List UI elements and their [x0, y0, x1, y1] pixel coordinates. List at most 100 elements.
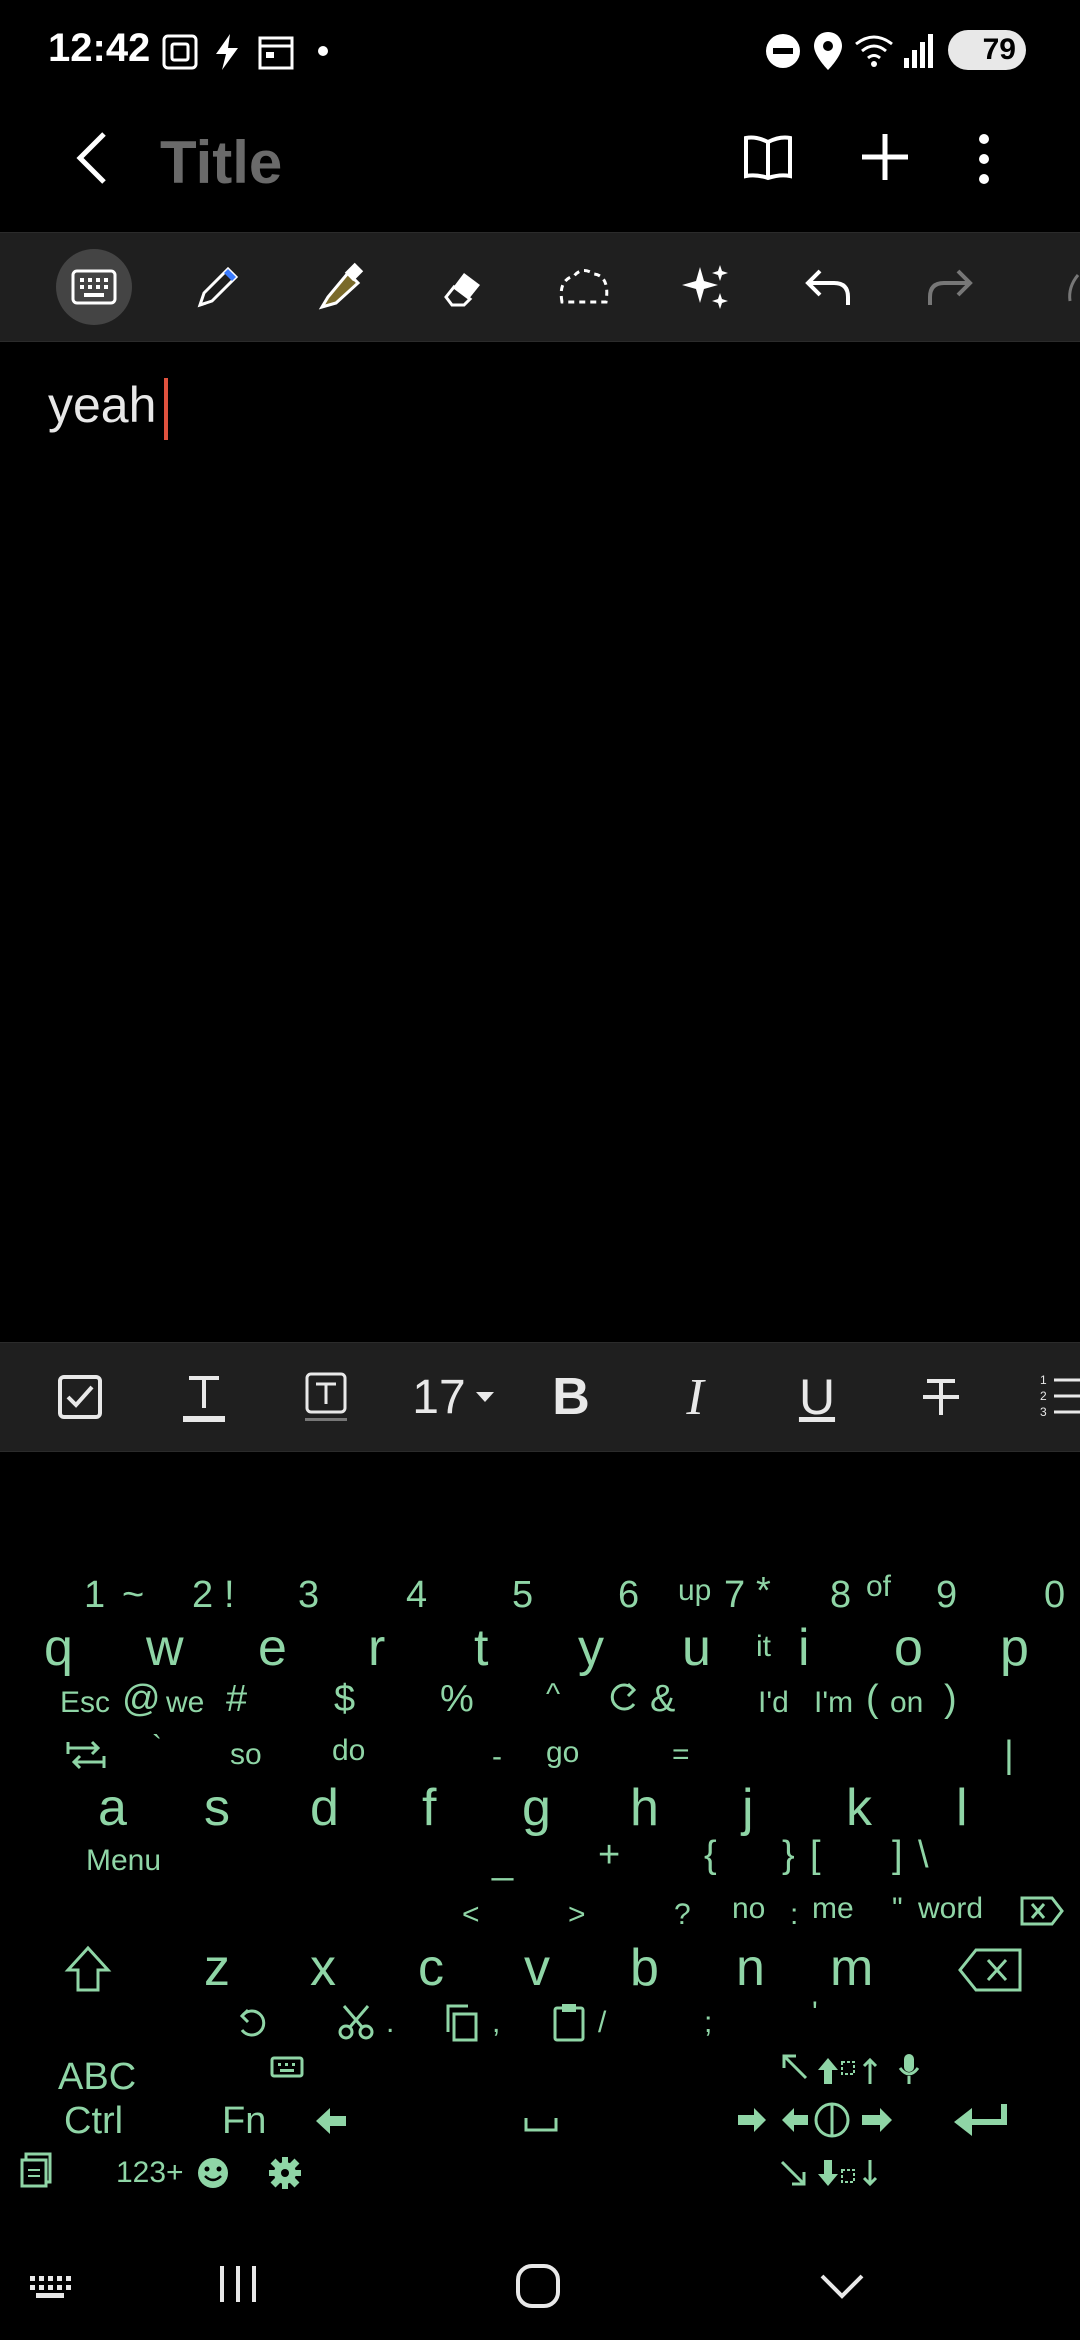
back-nav-icon[interactable]	[818, 2270, 866, 2302]
key-fn[interactable]: Fn	[222, 2102, 266, 2140]
key-hint: on	[890, 1686, 924, 1719]
recent-apps-icon[interactable]	[216, 2262, 260, 2306]
key-hint: 8	[830, 1574, 852, 1616]
settings-gear-icon[interactable]	[268, 2156, 302, 2190]
key-t[interactable]: t	[474, 1622, 488, 1674]
key-q[interactable]: q	[44, 1622, 73, 1674]
pen-icon	[197, 266, 239, 308]
undo-button[interactable]	[790, 249, 866, 325]
strikethrough-button[interactable]	[906, 1343, 976, 1451]
keyboard-hide-icon[interactable]	[28, 2274, 72, 2300]
font-size-dropdown[interactable]: 17	[404, 1343, 504, 1451]
redo-button[interactable]	[912, 249, 988, 325]
key-k[interactable]: k	[846, 1782, 872, 1834]
highlighter-tool-button[interactable]	[302, 249, 378, 325]
svg-text:1: 1	[1040, 1373, 1047, 1387]
font-size-value: 17	[412, 1370, 466, 1424]
note-body-text[interactable]: yeah	[48, 376, 156, 434]
enter-icon[interactable]	[952, 2102, 1010, 2138]
key-hint: |	[1004, 1734, 1014, 1776]
key-z[interactable]: z	[204, 1942, 230, 1994]
key-ctrl[interactable]: Ctrl	[64, 2102, 123, 2140]
key-hint: go	[546, 1736, 580, 1769]
add-icon[interactable]	[858, 130, 912, 184]
key-m[interactable]: m	[830, 1942, 873, 1994]
key-s[interactable]: s	[204, 1782, 230, 1834]
shift-icon[interactable]	[64, 1944, 112, 1996]
delete-forward-icon	[1020, 1896, 1064, 1926]
clipboard-icon[interactable]	[20, 2152, 54, 2188]
key-p[interactable]: p	[1000, 1622, 1029, 1674]
key-v[interactable]: v	[524, 1942, 550, 1994]
more-options-icon[interactable]	[976, 132, 992, 186]
key-d[interactable]: d	[310, 1782, 339, 1834]
key-b[interactable]: b	[630, 1942, 659, 1994]
key-hint: !	[224, 1574, 235, 1616]
chevron-down-icon	[475, 1392, 494, 1402]
bold-button[interactable]: B	[536, 1343, 606, 1451]
key-o[interactable]: o	[894, 1622, 923, 1674]
pen-tool-button[interactable]	[180, 249, 256, 325]
key-hint: (	[866, 1678, 879, 1720]
key-g[interactable]: g	[522, 1782, 551, 1834]
key-a[interactable]: a	[98, 1782, 127, 1834]
key-j[interactable]: j	[742, 1782, 754, 1834]
text-background-button[interactable]	[290, 1343, 362, 1451]
key-f[interactable]: f	[422, 1782, 436, 1834]
undo-icon	[805, 269, 850, 305]
eraser-tool-button[interactable]	[424, 249, 500, 325]
keyboard-mode-button[interactable]	[56, 249, 132, 325]
text-color-icon	[183, 1376, 225, 1422]
lasso-tool-button[interactable]	[546, 249, 622, 325]
key-hint: I'd	[758, 1686, 789, 1719]
key-n[interactable]: n	[736, 1942, 765, 1994]
italic-button[interactable]: I	[660, 1343, 730, 1451]
key-hint: 9	[936, 1574, 958, 1616]
calendar-icon	[258, 36, 294, 70]
key-hint: 5	[512, 1574, 534, 1616]
emoji-icon[interactable]	[196, 2156, 230, 2190]
key-hint: <	[462, 1898, 480, 1931]
key-x[interactable]: x	[310, 1942, 336, 1994]
key-r[interactable]: r	[368, 1622, 385, 1674]
keyboard-switch-icon	[270, 2056, 304, 2078]
key-h[interactable]: h	[630, 1782, 659, 1834]
key-y[interactable]: y	[578, 1622, 604, 1674]
key-hint: word	[918, 1892, 984, 1925]
key-e[interactable]: e	[258, 1622, 287, 1674]
key-u[interactable]: u	[682, 1622, 711, 1674]
key-hint: *	[756, 1570, 771, 1612]
key-hint: ~	[122, 1574, 145, 1616]
checkbox-button[interactable]	[44, 1343, 116, 1451]
key-hint: [	[810, 1834, 821, 1876]
key-hint: -	[492, 1740, 502, 1773]
key-numbers[interactable]: 123+	[116, 2158, 184, 2188]
note-title[interactable]: Title	[160, 128, 282, 197]
key-l[interactable]: l	[956, 1782, 968, 1834]
numbered-list-button[interactable]: 1 2 3	[1040, 1343, 1080, 1451]
cursor-pad-icon[interactable]	[736, 2100, 896, 2140]
checkbox-icon	[58, 1375, 102, 1419]
key-c[interactable]: c	[418, 1942, 444, 1994]
sparkle-icon	[682, 265, 728, 309]
key-hint: #	[226, 1678, 248, 1720]
charging-icon	[216, 34, 238, 70]
note-editor[interactable]	[0, 342, 1080, 1342]
back-icon[interactable]	[70, 128, 114, 188]
ai-assist-button[interactable]	[668, 249, 744, 325]
key-w[interactable]: w	[146, 1622, 184, 1674]
backspace-icon[interactable]	[958, 1948, 1024, 1992]
key-hint: I'm	[814, 1686, 854, 1719]
underline-button[interactable]: U	[782, 1343, 852, 1451]
book-view-icon[interactable]	[742, 132, 794, 182]
cut-icon	[338, 2005, 374, 2040]
key-i[interactable]: i	[798, 1622, 810, 1674]
text-color-button[interactable]	[168, 1343, 240, 1451]
space-key-icon[interactable]	[524, 2116, 558, 2132]
home-icon[interactable]	[514, 2262, 562, 2310]
key-hint: 1	[84, 1574, 106, 1616]
arrow-left-icon[interactable]	[314, 2106, 348, 2136]
key-hint: 0	[1044, 1574, 1066, 1616]
partial-tool-icon[interactable]	[1050, 273, 1080, 303]
key-hint: 6	[618, 1574, 640, 1616]
